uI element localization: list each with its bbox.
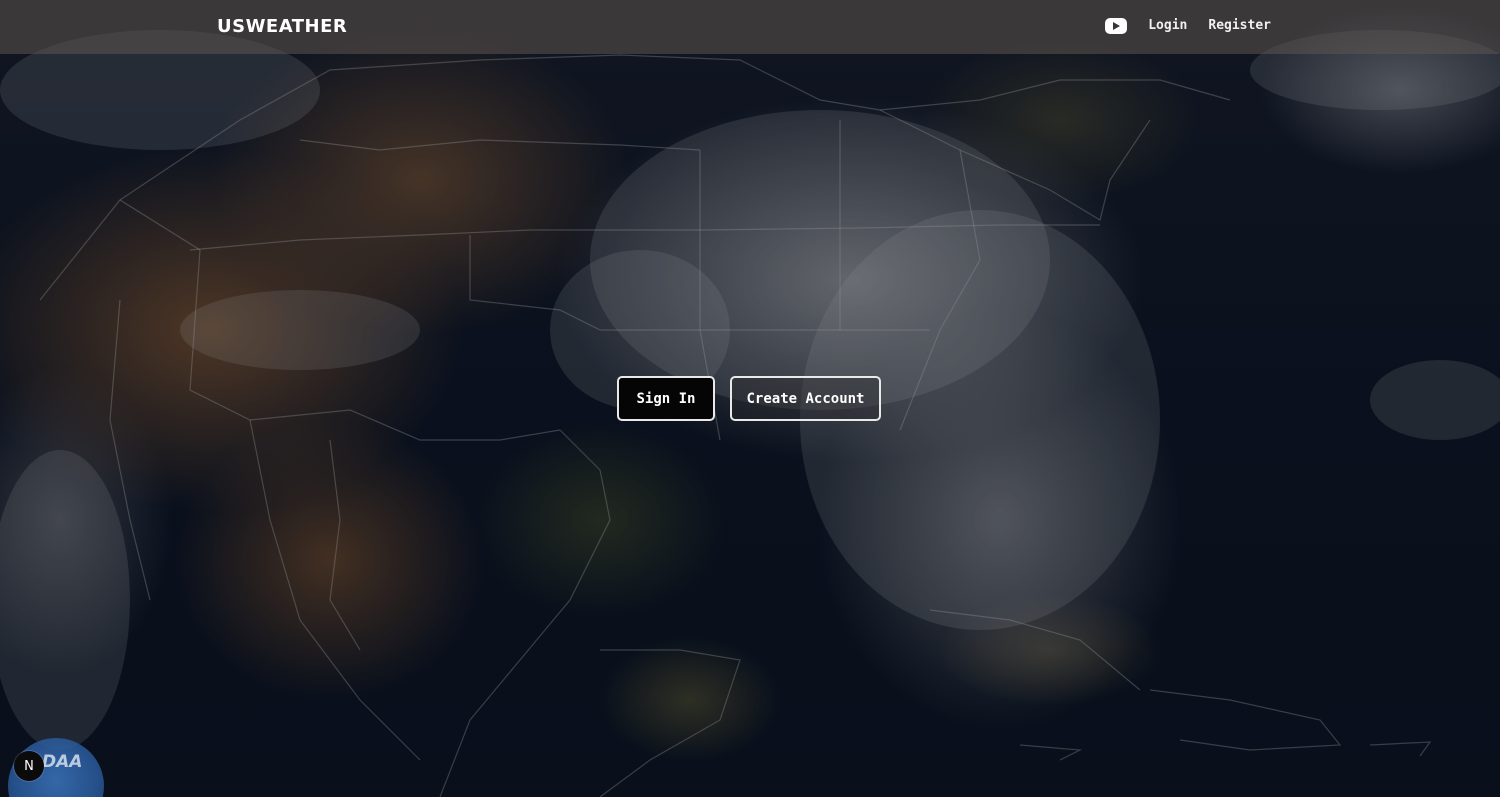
- create-account-button[interactable]: Create Account: [730, 376, 881, 421]
- page: USWEATHER Login Register Sign In Create …: [0, 0, 1500, 797]
- site-logo[interactable]: USWEATHER: [217, 13, 347, 41]
- auth-actions: Sign In Create Account: [617, 376, 881, 421]
- register-link[interactable]: Register: [1208, 14, 1271, 38]
- top-navbar: USWEATHER Login Register: [0, 0, 1500, 54]
- noaa-logo-text: DAA: [42, 752, 83, 772]
- north-indicator-icon[interactable]: N: [14, 751, 44, 781]
- login-link[interactable]: Login: [1148, 14, 1187, 38]
- top-nav: Login Register: [1105, 14, 1271, 38]
- youtube-icon[interactable]: [1105, 18, 1128, 34]
- sign-in-button[interactable]: Sign In: [617, 376, 715, 421]
